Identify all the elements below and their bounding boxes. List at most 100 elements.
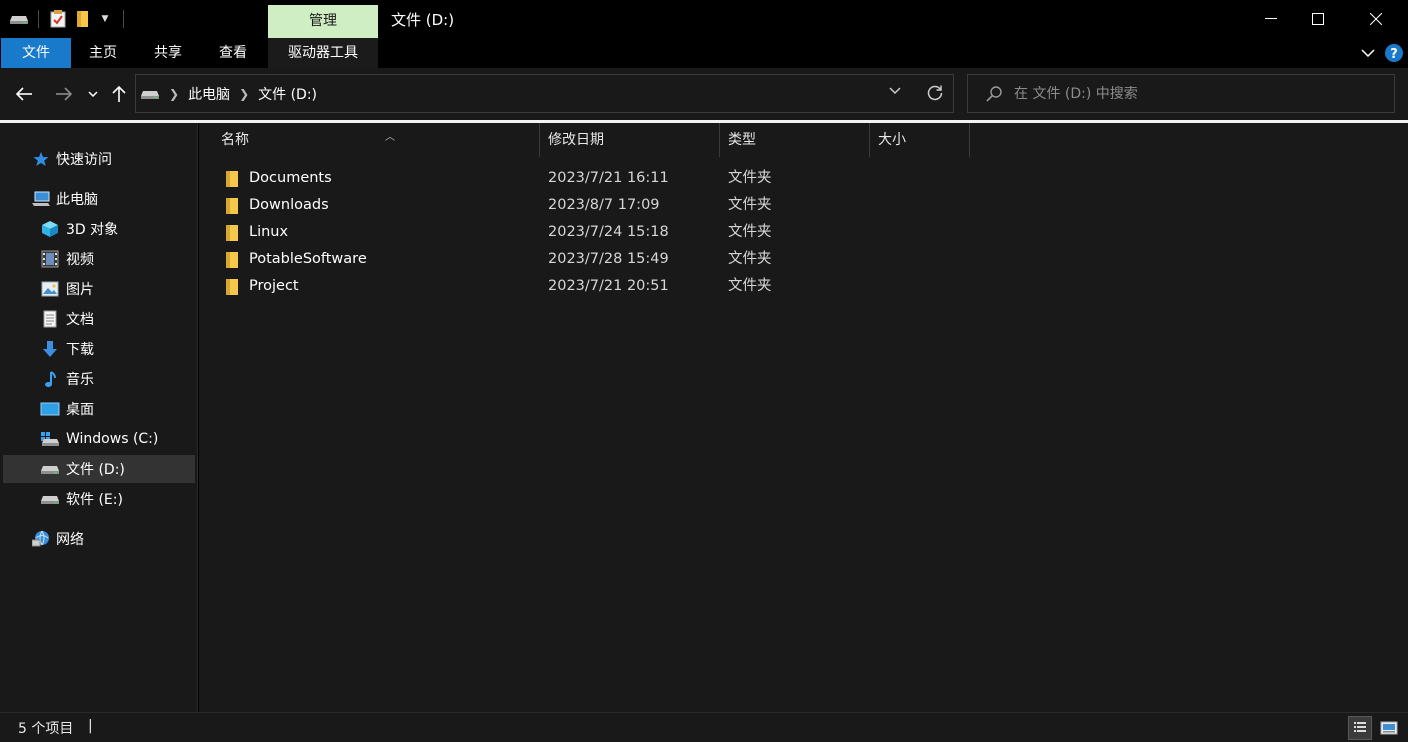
folder-icon [225, 278, 239, 300]
table-row[interactable]: Downloads 2023/8/7 17:09 文件夹 [219, 192, 979, 219]
file-name: Linux [249, 224, 289, 240]
maximize-button[interactable] [1295, 0, 1341, 38]
sidebar-item-label: 文档 [66, 312, 94, 328]
address-history-chevron-icon[interactable] [889, 87, 901, 95]
breadcrumb-this-pc[interactable]: 此电脑 [188, 84, 230, 104]
large-icons-view-button[interactable] [1377, 716, 1401, 740]
sidebar-item-quick-access[interactable]: 快速访问 [32, 145, 192, 173]
expand-ribbon-chevron-icon[interactable] [1358, 38, 1378, 68]
search-box[interactable] [967, 74, 1395, 113]
sidebar-item-this-pc[interactable]: 此电脑 [32, 185, 192, 213]
table-row[interactable]: Documents 2023/7/21 16:11 文件夹 [219, 165, 979, 192]
customize-toolbar-chevron-icon[interactable]: ▼ [97, 9, 113, 29]
toolbar-separator [123, 10, 124, 28]
close-button[interactable] [1353, 0, 1399, 38]
sidebar-item-label: 文件 (D:) [66, 462, 125, 478]
file-name: Documents [249, 170, 332, 186]
window-title: 文件 (D:) [391, 11, 455, 29]
breadcrumb-chevron-icon[interactable]: ❯ [239, 87, 249, 101]
network-icon [32, 529, 50, 549]
table-row[interactable]: Linux 2023/7/24 15:18 文件夹 [219, 219, 979, 246]
column-header-name[interactable]: 名称 ︿ [213, 123, 540, 157]
sidebar-item-label: 软件 (E:) [66, 492, 123, 508]
tab-drive-tools[interactable]: 驱动器工具 [268, 38, 378, 68]
sidebar-item-pictures[interactable]: 图片 [40, 275, 192, 303]
file-type: 文件夹 [728, 224, 772, 240]
drive-icon [140, 87, 160, 101]
sidebar-item-music[interactable]: 音乐 [40, 365, 192, 393]
help-icon[interactable]: ? [1384, 38, 1404, 68]
sidebar-item-downloads[interactable]: 下载 [40, 335, 192, 363]
navigation-bar: ❯ 此电脑 ❯ 文件 (D:) [0, 68, 1408, 120]
file-date: 2023/7/21 20:51 [548, 278, 669, 294]
sidebar-item-3d-objects[interactable]: 3D 对象 [40, 215, 192, 243]
column-header-date-modified[interactable]: 修改日期 [540, 123, 720, 157]
tab-share[interactable]: 共享 [145, 38, 191, 68]
file-name: Project [249, 278, 299, 294]
new-folder-icon[interactable] [73, 9, 93, 29]
sidebar-item-label: 音乐 [66, 372, 94, 388]
column-header-label: 类型 [728, 132, 756, 148]
sidebar-item-documents[interactable]: 文档 [40, 305, 192, 333]
sidebar-item-label: 图片 [66, 282, 94, 298]
file-name: Downloads [249, 197, 329, 213]
computer-icon [32, 189, 50, 209]
status-bar: 5 个项目 | [0, 712, 1408, 742]
search-icon [986, 85, 1002, 102]
title-bar: ▼ 管理 文件 (D:) [0, 0, 1408, 38]
forward-button[interactable] [50, 80, 78, 108]
picture-icon [40, 279, 60, 299]
folder-icon [225, 197, 239, 219]
file-type: 文件夹 [728, 197, 772, 213]
file-type: 文件夹 [728, 170, 772, 186]
breadcrumb-chevron-icon[interactable]: ❯ [169, 87, 179, 101]
table-row[interactable]: Project 2023/7/21 20:51 文件夹 [219, 273, 979, 300]
address-bar[interactable]: ❯ 此电脑 ❯ 文件 (D:) [135, 74, 954, 113]
ribbon-tabs: 文件 主页 共享 查看 驱动器工具 ? [0, 38, 1408, 68]
sidebar-item-label: 快速访问 [56, 152, 112, 168]
file-date: 2023/7/28 15:49 [548, 251, 669, 267]
cube-icon [40, 219, 60, 239]
film-icon [40, 249, 60, 269]
sidebar-item-label: Windows (C:) [66, 431, 159, 447]
folder-icon [225, 251, 239, 273]
sidebar-item-file-d[interactable]: 文件 (D:) [3, 455, 195, 483]
file-date: 2023/7/24 15:18 [548, 224, 669, 240]
up-button[interactable] [105, 80, 133, 108]
column-header-size[interactable]: 大小 [870, 123, 970, 157]
navigation-pane: 快速访问 此电脑 3D 对象 视频 图片 文档 下载 音乐 桌面 Windows… [0, 123, 198, 712]
properties-icon[interactable] [47, 9, 69, 29]
refresh-icon[interactable] [926, 84, 944, 102]
breadcrumb-current-drive[interactable]: 文件 (D:) [258, 84, 317, 104]
tab-file[interactable]: 文件 [1, 38, 71, 68]
sidebar-item-videos[interactable]: 视频 [40, 245, 192, 273]
file-type: 文件夹 [728, 278, 772, 294]
sidebar-item-desktop[interactable]: 桌面 [40, 395, 192, 423]
document-icon [40, 309, 60, 329]
column-header-label: 修改日期 [548, 132, 604, 148]
folder-icon [225, 170, 239, 192]
details-view-button[interactable] [1348, 716, 1372, 740]
manage-tab[interactable]: 管理 [268, 5, 378, 38]
sidebar-item-network[interactable]: 网络 [32, 525, 192, 553]
tab-view[interactable]: 查看 [210, 38, 256, 68]
sidebar-item-label: 桌面 [66, 402, 94, 418]
column-header-type[interactable]: 类型 [720, 123, 870, 157]
file-type: 文件夹 [728, 251, 772, 267]
column-header-label: 名称 [221, 132, 249, 148]
recent-locations-chevron-icon[interactable] [80, 80, 106, 108]
table-row[interactable]: PotableSoftware 2023/7/28 15:49 文件夹 [219, 246, 979, 273]
minimize-button[interactable] [1248, 0, 1294, 38]
sidebar-item-software-e[interactable]: 软件 (E:) [40, 485, 192, 513]
sidebar-item-windows-c[interactable]: Windows (C:) [40, 425, 192, 453]
column-header-label: 大小 [878, 132, 906, 148]
music-note-icon [40, 369, 60, 389]
back-button[interactable] [10, 80, 38, 108]
drive-icon[interactable] [8, 9, 30, 29]
search-input[interactable] [1014, 85, 1374, 102]
folder-icon [225, 224, 239, 246]
drive-icon [40, 489, 60, 509]
item-count: 5 个项目 [18, 721, 74, 737]
star-icon [32, 149, 50, 169]
tab-home[interactable]: 主页 [80, 38, 126, 68]
